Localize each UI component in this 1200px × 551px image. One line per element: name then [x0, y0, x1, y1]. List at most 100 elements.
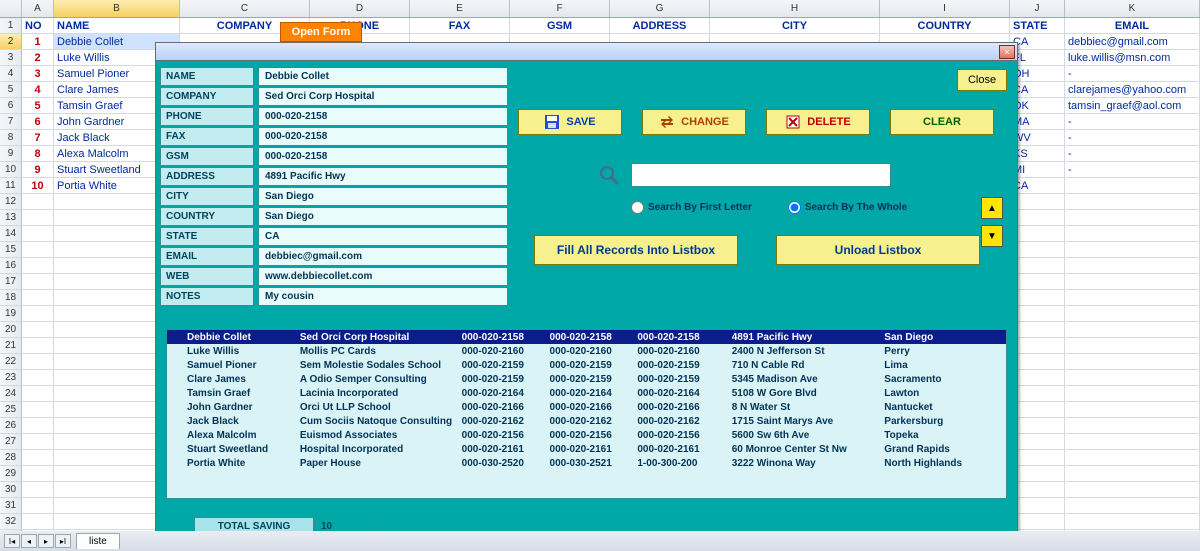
row-number[interactable]: 4	[0, 66, 22, 81]
close-icon[interactable]: ×	[999, 45, 1015, 59]
city-input[interactable]	[258, 187, 508, 206]
cell-no[interactable]	[22, 210, 54, 225]
state-input[interactable]	[258, 227, 508, 246]
cell-state[interactable]	[1010, 290, 1065, 305]
address-input[interactable]	[258, 167, 508, 186]
cell-state[interactable]	[1010, 514, 1065, 529]
row-number[interactable]: 3	[0, 50, 22, 65]
cell-state[interactable]: CA	[1010, 82, 1065, 97]
row-number[interactable]: 19	[0, 306, 22, 321]
clear-button[interactable]: CLEAR	[890, 109, 994, 135]
cell-state[interactable]: OK	[1010, 98, 1065, 113]
col-letter[interactable]: A	[22, 0, 54, 17]
cell-email[interactable]	[1065, 338, 1200, 353]
cell-state[interactable]	[1010, 386, 1065, 401]
search-input[interactable]	[631, 163, 891, 187]
col-letter[interactable]: H	[710, 0, 880, 17]
cell-no[interactable]	[22, 514, 54, 529]
tab-nav-next-icon[interactable]: ▸	[38, 534, 54, 548]
cell-no[interactable]	[22, 402, 54, 417]
cell-state[interactable]	[1010, 274, 1065, 289]
row-number[interactable]: 22	[0, 354, 22, 369]
row-number[interactable]: 21	[0, 338, 22, 353]
list-item[interactable]: Clare JamesA Odio Semper Consulting000-0…	[167, 372, 1006, 386]
row-number[interactable]: 25	[0, 402, 22, 417]
row-number[interactable]: 10	[0, 162, 22, 177]
row-number[interactable]: 1	[0, 18, 22, 33]
row-number[interactable]: 27	[0, 434, 22, 449]
row-number[interactable]: 26	[0, 418, 22, 433]
row-number[interactable]: 14	[0, 226, 22, 241]
cell-email[interactable]	[1065, 242, 1200, 257]
spin-up-button[interactable]: ▲	[981, 197, 1003, 219]
cell-state[interactable]: MI	[1010, 162, 1065, 177]
fill-listbox-button[interactable]: Fill All Records Into Listbox	[534, 235, 738, 265]
cell-email[interactable]	[1065, 306, 1200, 321]
col-letter[interactable]: I	[880, 0, 1010, 17]
cell-email[interactable]	[1065, 402, 1200, 417]
cell-email[interactable]	[1065, 514, 1200, 529]
cell-email[interactable]: -	[1065, 146, 1200, 161]
cell-no[interactable]	[22, 338, 54, 353]
cell-state[interactable]	[1010, 482, 1065, 497]
cell-email[interactable]	[1065, 370, 1200, 385]
cell-state[interactable]	[1010, 402, 1065, 417]
fax-input[interactable]	[258, 127, 508, 146]
records-listbox[interactable]: Debbie ColletSed Orci Corp Hospital000-0…	[166, 329, 1007, 499]
cell-email[interactable]	[1065, 274, 1200, 289]
cell-no[interactable]	[22, 226, 54, 241]
cell-no[interactable]: 6	[22, 114, 54, 129]
cell-state[interactable]	[1010, 322, 1065, 337]
col-letter[interactable]: C	[180, 0, 310, 17]
row-number[interactable]: 6	[0, 98, 22, 113]
cell-state[interactable]	[1010, 370, 1065, 385]
cell-state[interactable]	[1010, 450, 1065, 465]
delete-button[interactable]: DELETE	[766, 109, 870, 135]
cell-no[interactable]: 3	[22, 66, 54, 81]
col-letter[interactable]: D	[310, 0, 410, 17]
cell-no[interactable]	[22, 354, 54, 369]
cell-state[interactable]	[1010, 354, 1065, 369]
search-by-whole-radio[interactable]: Search By The Whole	[788, 201, 907, 214]
row-number[interactable]: 28	[0, 450, 22, 465]
save-button[interactable]: SAVE	[518, 109, 622, 135]
cell-state[interactable]	[1010, 210, 1065, 225]
col-letter[interactable]: E	[410, 0, 510, 17]
cell-email[interactable]	[1065, 226, 1200, 241]
cell-email[interactable]	[1065, 178, 1200, 193]
cell-state[interactable]	[1010, 226, 1065, 241]
cell-state[interactable]	[1010, 418, 1065, 433]
cell-no[interactable]	[22, 370, 54, 385]
list-item[interactable]: Tamsin GraefLacinia Incorporated000-020-…	[167, 386, 1006, 400]
cell-state[interactable]	[1010, 466, 1065, 481]
row-number[interactable]: 2	[0, 34, 22, 49]
row-number[interactable]: 16	[0, 258, 22, 273]
cell-no[interactable]	[22, 418, 54, 433]
cell-state[interactable]	[1010, 306, 1065, 321]
col-letter[interactable]: J	[1010, 0, 1065, 17]
list-item[interactable]: Samuel PionerSem Molestie Sodales School…	[167, 358, 1006, 372]
row-number[interactable]: 17	[0, 274, 22, 289]
col-letter[interactable]: B	[54, 0, 180, 17]
cell-state[interactable]	[1010, 498, 1065, 513]
cell-no[interactable]	[22, 482, 54, 497]
cell-email[interactable]	[1065, 258, 1200, 273]
cell-email[interactable]	[1065, 210, 1200, 225]
cell-email[interactable]	[1065, 194, 1200, 209]
row-number[interactable]: 20	[0, 322, 22, 337]
cell-no[interactable]	[22, 386, 54, 401]
cell-no[interactable]	[22, 450, 54, 465]
row-number[interactable]: 13	[0, 210, 22, 225]
cell-state[interactable]	[1010, 338, 1065, 353]
cell-state[interactable]	[1010, 242, 1065, 257]
cell-email[interactable]	[1065, 290, 1200, 305]
company-input[interactable]	[258, 87, 508, 106]
cell-email[interactable]	[1065, 386, 1200, 401]
phone-input[interactable]	[258, 107, 508, 126]
cell-state[interactable]: FL	[1010, 50, 1065, 65]
cell-email[interactable]	[1065, 434, 1200, 449]
list-item[interactable]: Luke WillisMollis PC Cards000-020-216000…	[167, 344, 1006, 358]
col-letter[interactable]: G	[610, 0, 710, 17]
tab-nav-last-icon[interactable]: ▸I	[55, 534, 71, 548]
tab-nav-prev-icon[interactable]: ◂	[21, 534, 37, 548]
